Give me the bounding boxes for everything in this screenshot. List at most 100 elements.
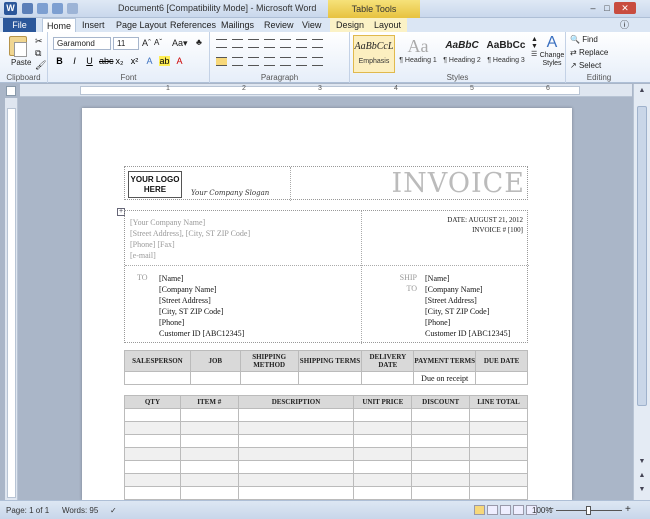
- shrink-font-icon[interactable]: Aˇ: [154, 38, 162, 47]
- paste-button[interactable]: Paste: [11, 58, 31, 67]
- table-cell[interactable]: [179, 447, 239, 461]
- scroll-up-icon[interactable]: ▲: [637, 87, 647, 97]
- scroll-down-icon[interactable]: ▼: [637, 458, 647, 468]
- tab-review[interactable]: Review: [264, 18, 294, 32]
- bold-icon[interactable]: B: [54, 56, 65, 66]
- col-salesperson[interactable]: SALESPERSON: [124, 350, 191, 372]
- bill-to-block[interactable]: [Name] [Company Name] [Street Address] […: [159, 273, 244, 339]
- scrollbar-thumb[interactable]: [637, 106, 647, 406]
- zoom-slider-knob[interactable]: [586, 506, 591, 515]
- print-layout-icon[interactable]: [474, 505, 485, 515]
- company-info[interactable]: [Your Company Name] [Street Address], [C…: [130, 217, 250, 261]
- table-cell[interactable]: [411, 434, 471, 448]
- invoice-title[interactable]: INVOICE: [391, 168, 525, 199]
- page-count[interactable]: Page: 1 of 1: [6, 506, 49, 515]
- table-cell[interactable]: [179, 473, 239, 487]
- undo-icon[interactable]: [37, 3, 48, 14]
- zoom-in-icon[interactable]: +: [625, 504, 631, 515]
- styles-scroll-icon[interactable]: ▲ ▼ ☰: [531, 36, 538, 58]
- col-unit-price[interactable]: UNIT PRICE: [353, 395, 413, 409]
- tab-layout[interactable]: Layout: [368, 18, 408, 32]
- change-styles-button[interactable]: A Change Styles: [538, 34, 566, 68]
- align-right-icon[interactable]: [248, 57, 259, 66]
- col-job[interactable]: JOB: [189, 350, 241, 372]
- customize-qat-icon[interactable]: [67, 3, 78, 14]
- horizontal-ruler[interactable]: 1 2 3 4 5 6: [20, 84, 632, 97]
- borders-icon[interactable]: [312, 57, 323, 66]
- document-page[interactable]: YOUR LOGO HERE Your Company Slogan INVOI…: [82, 108, 572, 500]
- table-cell[interactable]: [469, 486, 528, 500]
- grow-font-icon[interactable]: Aˆ: [142, 38, 151, 48]
- table-cell[interactable]: [353, 447, 413, 461]
- table-cell[interactable]: [179, 460, 239, 474]
- payment-terms-cell[interactable]: Due on receipt: [413, 371, 477, 385]
- replace-button[interactable]: ⇄ Replace: [570, 48, 608, 57]
- align-left-icon[interactable]: [216, 57, 227, 66]
- table-cell[interactable]: [124, 421, 181, 435]
- copy-icon[interactable]: ⧉: [35, 48, 41, 59]
- align-center-icon[interactable]: [232, 57, 243, 66]
- table-cell[interactable]: [469, 473, 528, 487]
- table-cell[interactable]: [475, 371, 528, 385]
- select-button[interactable]: ↗ Select: [570, 61, 601, 70]
- style-heading-1[interactable]: Aa ¶ Heading 1: [397, 35, 439, 73]
- col-description[interactable]: DESCRIPTION: [237, 395, 355, 409]
- find-button[interactable]: 🔍 Find: [570, 35, 598, 44]
- table-cell[interactable]: [237, 447, 355, 461]
- increase-indent-icon[interactable]: [280, 39, 291, 48]
- table-cell[interactable]: [124, 434, 181, 448]
- word-app-icon[interactable]: W: [4, 2, 17, 15]
- bullets-icon[interactable]: [216, 39, 227, 48]
- next-page-icon[interactable]: ▼: [637, 486, 647, 496]
- table-cell[interactable]: [124, 473, 181, 487]
- table-cell[interactable]: [189, 371, 241, 385]
- format-painter-icon[interactable]: 🖌: [35, 60, 46, 71]
- table-cell[interactable]: [179, 434, 239, 448]
- tab-selector[interactable]: [6, 86, 16, 96]
- web-layout-icon[interactable]: [500, 505, 511, 515]
- word-count[interactable]: Words: 95: [62, 506, 98, 515]
- underline-icon[interactable]: U: [84, 56, 95, 66]
- maximize-icon[interactable]: □: [600, 2, 614, 14]
- table-cell[interactable]: [469, 460, 528, 474]
- logo-placeholder[interactable]: YOUR LOGO HERE: [128, 171, 182, 198]
- table-cell[interactable]: [353, 421, 413, 435]
- vertical-ruler[interactable]: [5, 98, 18, 500]
- close-icon[interactable]: ✕: [614, 2, 636, 14]
- outline-icon[interactable]: [513, 505, 524, 515]
- table-cell[interactable]: [353, 486, 413, 500]
- tab-view[interactable]: View: [302, 18, 321, 32]
- col-shipping-terms[interactable]: SHIPPING TERMS: [297, 350, 363, 372]
- table-cell[interactable]: [179, 421, 239, 435]
- table-cell[interactable]: [237, 408, 355, 422]
- table-cell[interactable]: [237, 473, 355, 487]
- col-item-number[interactable]: ITEM #: [179, 395, 239, 409]
- subscript-icon[interactable]: x₂: [114, 56, 125, 66]
- col-delivery-date[interactable]: DELIVERY DATE: [361, 350, 415, 372]
- tab-file[interactable]: File: [3, 18, 36, 32]
- italic-icon[interactable]: I: [69, 56, 80, 66]
- table-cell[interactable]: [361, 371, 415, 385]
- tab-insert[interactable]: Insert: [82, 18, 105, 32]
- shading-icon[interactable]: [296, 57, 307, 66]
- col-shipping-method[interactable]: SHIPPING METHOD: [239, 350, 299, 372]
- table-cell[interactable]: [124, 460, 181, 474]
- tab-home[interactable]: Home: [42, 18, 76, 32]
- table-cell[interactable]: [297, 371, 363, 385]
- tab-mailings[interactable]: Mailings: [221, 18, 254, 32]
- table-cell[interactable]: [469, 447, 528, 461]
- table-cell[interactable]: [469, 421, 528, 435]
- table-cell[interactable]: [469, 408, 528, 422]
- font-size-box[interactable]: 11: [113, 37, 139, 50]
- table-cell[interactable]: [237, 460, 355, 474]
- help-icon[interactable]: ⓘ: [620, 18, 629, 32]
- multilevel-list-icon[interactable]: [248, 39, 259, 48]
- font-color-icon[interactable]: A: [174, 56, 185, 66]
- tab-references[interactable]: References: [170, 18, 216, 32]
- table-cell[interactable]: [179, 486, 239, 500]
- style-emphasis[interactable]: AaBbCcL Emphasis: [353, 35, 395, 73]
- highlight-icon[interactable]: ab: [159, 56, 170, 66]
- show-marks-icon[interactable]: [312, 39, 323, 48]
- style-heading-3[interactable]: AaBbCc ¶ Heading 3: [485, 35, 527, 73]
- col-payment-terms[interactable]: PAYMENT TERMS: [413, 350, 477, 372]
